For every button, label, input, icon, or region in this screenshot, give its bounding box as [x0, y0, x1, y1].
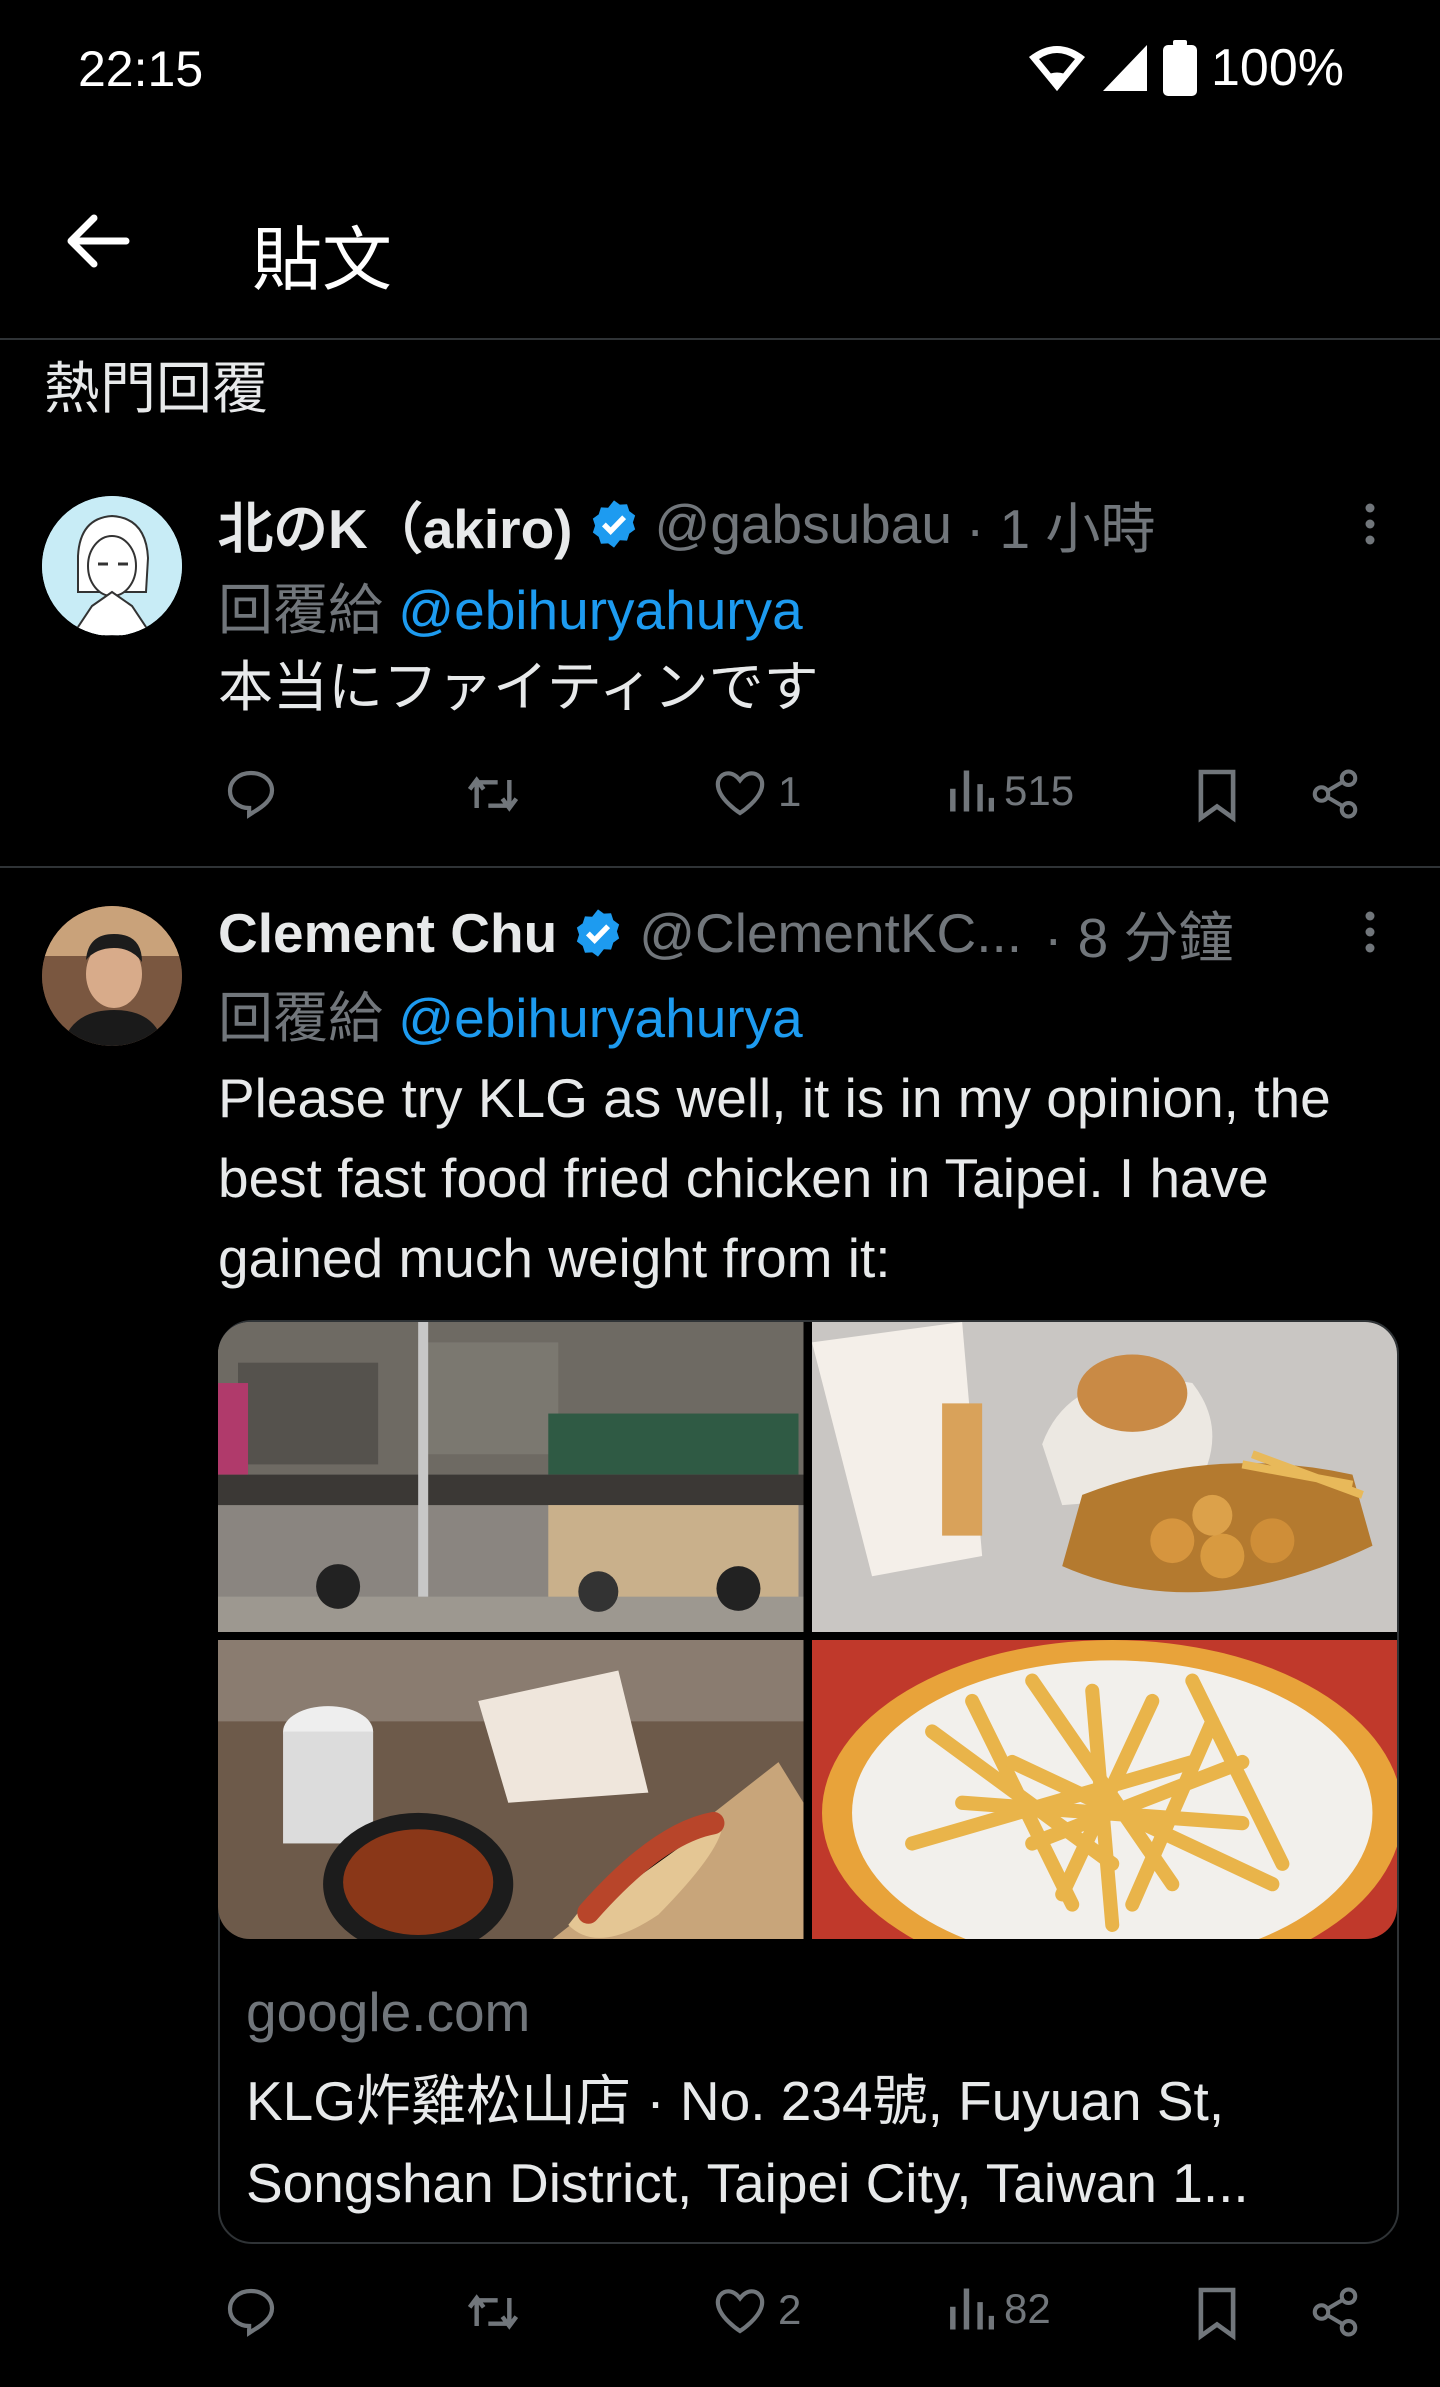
reply-prefix: 回覆給	[218, 987, 384, 1049]
battery-icon	[1163, 40, 1197, 96]
view-count: 515	[1004, 767, 1075, 814]
bookmark-icon	[1198, 2287, 1236, 2341]
status-time: 22:15	[78, 41, 204, 97]
tweet-time: · 8 分鐘	[1044, 907, 1234, 969]
like-button[interactable]: 1	[712, 766, 801, 818]
more-options-icon[interactable]	[1360, 502, 1380, 546]
top-replies-label: 熱門回覆	[44, 357, 268, 420]
reply-to-line: 回覆給 @ebihuryahurya	[218, 565, 803, 645]
mention-link[interactable]: @ebihuryahurya	[398, 987, 802, 1049]
tweet-header: 北のK（akiro) @gabsubau · 1 小時	[218, 484, 1155, 564]
verified-badge-icon	[577, 909, 620, 957]
link-card-domain: google.com	[246, 1981, 531, 2043]
reply-button[interactable]	[222, 2284, 280, 2340]
media-burger-meal[interactable]	[811, 1322, 1397, 1633]
tweet-text: Please try KLG as well, it is in my opin…	[218, 1067, 1331, 1289]
reply-icon	[227, 770, 275, 819]
retweet-button[interactable]	[462, 766, 524, 822]
more-options-icon[interactable]	[1360, 910, 1380, 954]
like-icon	[715, 771, 765, 816]
views-button[interactable]: 515	[948, 766, 1074, 816]
retweet-button[interactable]	[462, 2284, 524, 2340]
page-title: 貼文	[252, 221, 392, 299]
retweet-icon	[467, 776, 519, 812]
battery-percent: 100%	[1211, 39, 1344, 97]
like-count: 1	[778, 768, 802, 815]
media-fries[interactable]	[811, 1640, 1397, 1939]
share-button[interactable]	[1308, 766, 1362, 822]
share-icon	[1312, 769, 1358, 819]
header-divider	[0, 338, 1440, 340]
bookmark-button[interactable]	[1194, 2284, 1240, 2342]
burger-meal-image	[811, 1322, 1397, 1633]
view-count: 82	[1004, 2285, 1051, 2332]
fries-image	[811, 1640, 1397, 1939]
avatar[interactable]	[42, 496, 182, 636]
media-chicken-hotdog[interactable]	[218, 1640, 804, 1939]
storefront-image	[218, 1322, 804, 1633]
user-handle[interactable]: @gabsubau	[655, 492, 952, 556]
retweet-icon	[467, 2294, 519, 2330]
share-button[interactable]	[1308, 2284, 1362, 2340]
tweet-divider	[0, 866, 1440, 868]
bookmark-icon	[1198, 769, 1236, 823]
tweet-time: · 1 小時	[965, 498, 1156, 560]
status-icons: 100%	[1027, 38, 1344, 98]
avatar-illustration	[42, 496, 182, 636]
media-storefront[interactable]	[218, 1322, 804, 1633]
reply-prefix: 回覆給	[218, 579, 384, 641]
signal-icon	[1103, 45, 1147, 91]
wifi-icon	[1029, 46, 1085, 91]
views-icon	[950, 2288, 994, 2330]
tweet-header: Clement Chu @ClementKC... · 8 分鐘	[218, 893, 1234, 973]
tweet-actions: 2 82	[222, 2284, 1372, 2344]
share-icon	[1312, 2287, 1358, 2337]
verified-badge-icon	[592, 500, 635, 548]
reply-to-line: 回覆給 @ebihuryahurya	[218, 973, 803, 1053]
link-card-title: KLG炸雞松山店 · No. 234號, Fuyuan St, Songshan…	[246, 2070, 1249, 2214]
bookmark-button[interactable]	[1194, 766, 1240, 824]
back-arrow-icon	[67, 214, 130, 268]
like-icon	[715, 2289, 765, 2334]
back-button[interactable]	[62, 206, 132, 276]
mention-link[interactable]: @ebihuryahurya	[398, 579, 802, 641]
like-button[interactable]: 2	[712, 2284, 801, 2336]
avatar-photo	[42, 906, 182, 1046]
views-button[interactable]: 82	[948, 2284, 1051, 2334]
tweet-text: 本当にファイティンです	[218, 656, 819, 718]
display-name[interactable]: 北のK（akiro)	[218, 484, 573, 564]
like-count: 2	[778, 2286, 802, 2333]
views-icon	[950, 770, 994, 812]
display-name[interactable]: Clement Chu	[218, 901, 557, 965]
chicken-hotdog-image	[218, 1640, 804, 1939]
tweet-actions: 1 515	[222, 766, 1372, 826]
reply-icon	[227, 2288, 275, 2337]
link-card-media[interactable]	[218, 1322, 1397, 1939]
user-handle[interactable]: @ClementKC...	[639, 901, 1022, 965]
reply-button[interactable]	[222, 766, 280, 822]
avatar[interactable]	[42, 906, 182, 1046]
